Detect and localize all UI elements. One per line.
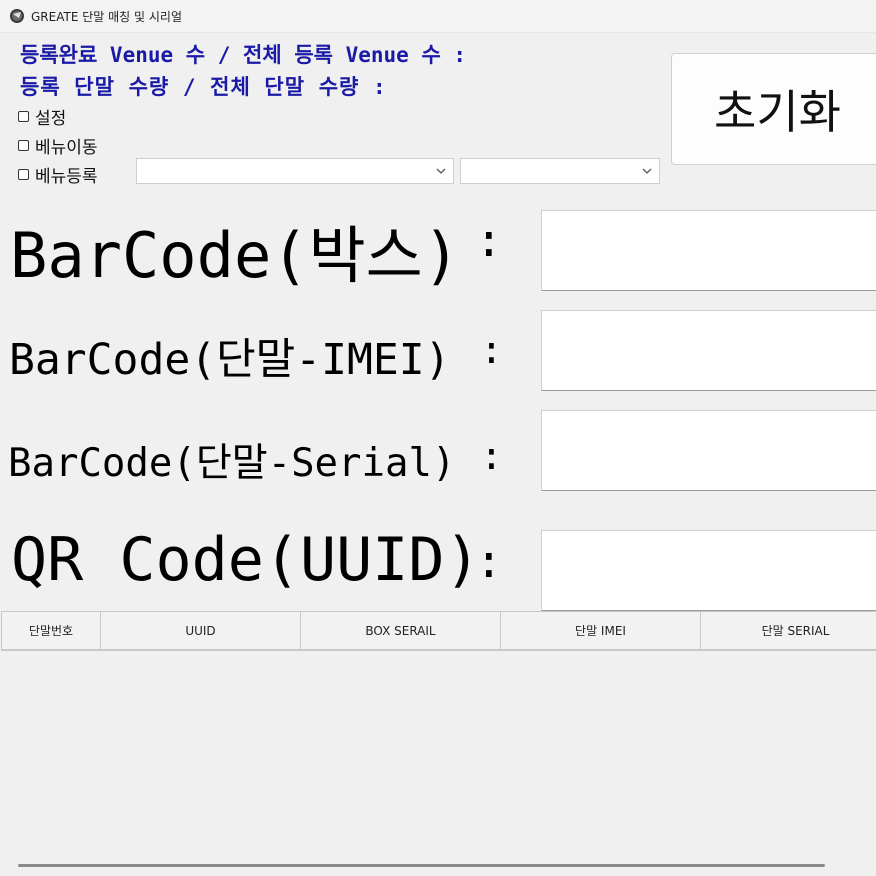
horizontal-scrollbar[interactable] (18, 864, 825, 867)
settings-option[interactable]: 설정 (18, 105, 67, 129)
serial-barcode-input[interactable] (541, 410, 876, 491)
serial-barcode-colon: : (480, 434, 503, 478)
device-count-label: 등록 단말 수량 / 전체 단말 수량 : (20, 75, 387, 99)
settings-checkbox[interactable] (18, 110, 29, 122)
venue-select-2[interactable] (460, 158, 660, 184)
qr-code-input[interactable] (541, 530, 876, 611)
serial-barcode-label: BarCode(단말-Serial) (8, 441, 456, 486)
column-header-imei[interactable]: 단말 IMEI (501, 611, 701, 650)
app-logo-icon (10, 9, 24, 23)
device-table-header: 단말번호 UUID BOX SERAIL 단말 IMEI 단말 SERIAL (1, 611, 876, 651)
venue-register-option[interactable]: 베뉴등록 (18, 163, 98, 187)
chevron-down-icon (436, 168, 446, 174)
column-header-serial[interactable]: 단말 SERIAL (701, 611, 876, 650)
device-table-body[interactable] (1, 650, 876, 865)
box-barcode-label: BarCode(박스) (10, 219, 461, 292)
box-barcode-input[interactable] (541, 210, 876, 291)
venue-count-label: 등록완료 Venue 수 / 전체 등록 Venue 수 : (20, 43, 467, 67)
venue-register-checkbox[interactable] (18, 168, 29, 180)
settings-label: 설정 (35, 108, 67, 129)
imei-barcode-colon: : (480, 328, 503, 372)
venue-register-label: 베뉴등록 (35, 166, 98, 187)
window-title: GREATE 단말 매칭 및 시리얼 (31, 10, 182, 24)
column-header-uuid[interactable]: UUID (101, 611, 301, 650)
reset-button[interactable]: 초기화 (671, 53, 876, 165)
column-header-box-serial[interactable]: BOX SERAIL (301, 611, 501, 650)
imei-barcode-label: BarCode(단말-IMEI) (9, 335, 451, 385)
title-bar[interactable]: GREATE 단말 매칭 및 시리얼 (0, 0, 876, 33)
venue-move-label: 베뉴이동 (35, 137, 98, 158)
column-header-device-no[interactable]: 단말번호 (1, 611, 101, 650)
qr-code-label: QR Code(UUID) (11, 525, 481, 595)
venue-move-checkbox[interactable] (18, 139, 29, 151)
imei-barcode-input[interactable] (541, 310, 876, 391)
chevron-down-icon (642, 168, 652, 174)
venue-select-1[interactable] (136, 158, 454, 184)
venue-move-option[interactable]: 베뉴이동 (18, 134, 98, 158)
qr-code-colon: : (475, 534, 503, 588)
box-barcode-colon: : (475, 213, 503, 267)
